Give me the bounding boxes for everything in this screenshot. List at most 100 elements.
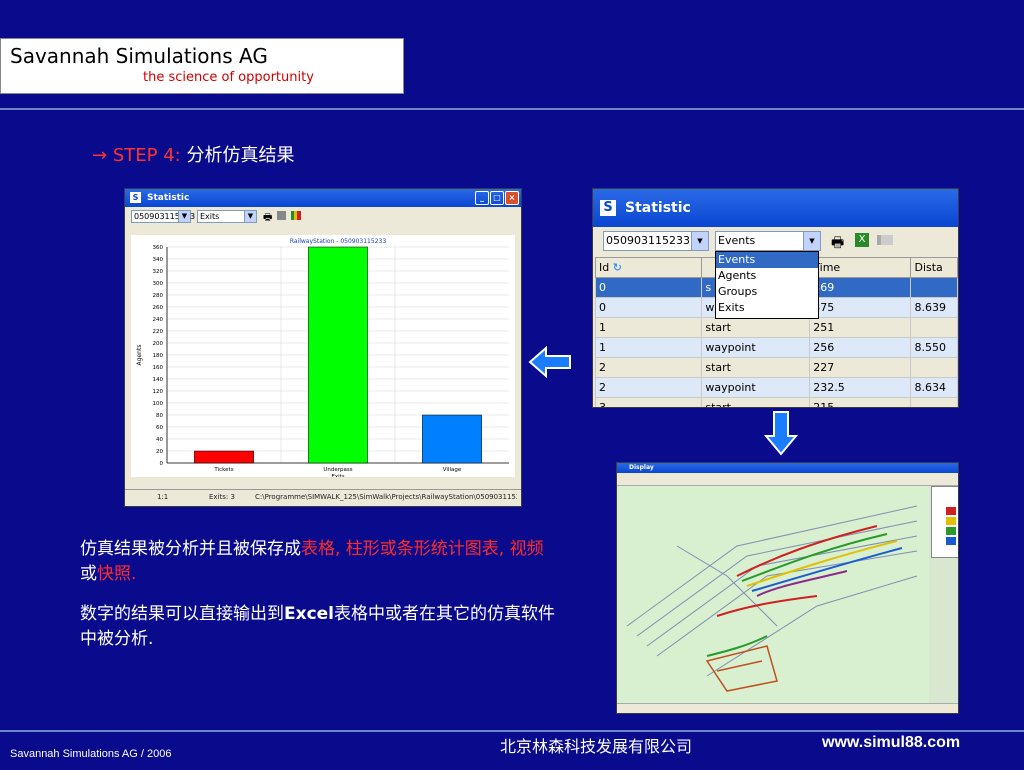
simulation-snapshot <box>617 486 929 704</box>
status-bar <box>617 703 958 713</box>
table-cell: 256 <box>809 337 912 358</box>
y-tick-label: 340 <box>153 257 164 263</box>
status-zoom: 1:1 <box>157 493 169 501</box>
company-logo-text: Savannah Simulations AG <box>10 44 268 68</box>
window-title: Statistic <box>625 200 691 216</box>
table-cell: 1 <box>594 337 703 358</box>
y-tick-label: 280 <box>153 293 164 299</box>
statistic-type-select[interactable]: Exits ▼ <box>197 210 257 223</box>
y-tick-label: 300 <box>153 281 164 287</box>
table-cell: 3 <box>594 397 703 407</box>
app-s-icon: S <box>130 192 141 203</box>
step-colon: : <box>174 145 181 166</box>
statistic-window-table: S Statistic 050903115233 ▼ Events ▼ 🖶 X Id… <box>592 188 959 408</box>
excel-export-icon[interactable]: X <box>855 233 869 247</box>
table-row[interactable]: 1 start 251 <box>594 317 958 338</box>
table-row[interactable]: 1 waypoint 256 8.550 <box>594 337 958 358</box>
text-span-bold: Excel <box>284 604 335 624</box>
table-cell: waypoint <box>701 377 811 398</box>
table-cell: 0 <box>594 277 703 298</box>
legend-swatch <box>946 517 956 525</box>
window-titlebar: Display <box>617 463 958 473</box>
table-cell: 251 <box>809 317 912 338</box>
run-id-select[interactable]: 050903115233 ▼ <box>603 231 709 251</box>
table-cell: 8.550 <box>910 337 958 358</box>
refresh-icon: ↻ <box>612 261 622 274</box>
column-header[interactable]: Dista <box>910 257 958 278</box>
statistic-window-chart: S Statistic _ □ × 050903115233 ▼ Exits ▼ 🖶… <box>124 188 522 507</box>
window-title: Display <box>629 464 654 471</box>
column-header-label: Id <box>599 261 610 274</box>
chart-icon[interactable] <box>291 211 301 220</box>
footer-url-link[interactable]: www.simul88.com <box>822 734 960 752</box>
y-tick-label: 320 <box>153 269 164 275</box>
column-header[interactable]: Id ↻ <box>594 257 703 278</box>
statistic-type-select[interactable]: Events ▼ <box>715 231 821 251</box>
y-tick-label: 180 <box>153 353 164 359</box>
maximize-button[interactable]: □ <box>490 191 504 205</box>
column-header[interactable]: Time <box>809 257 912 278</box>
y-tick-label: 120 <box>153 389 164 395</box>
table-cell: 1 <box>594 317 703 338</box>
chevron-down-icon: ▼ <box>803 232 820 250</box>
y-tick-label: 360 <box>153 245 164 251</box>
run-id-value: 050903115233 <box>606 234 690 247</box>
step-title: 分析仿真结果 <box>186 145 295 166</box>
dropdown-option[interactable]: Events <box>716 252 818 268</box>
arrow-right-icon: → <box>92 145 108 166</box>
table-row[interactable]: 2 waypoint 232.5 8.634 <box>594 377 958 398</box>
table-cell: start <box>701 397 811 407</box>
text-span: 数字的结果可以直接输出到 <box>80 604 284 624</box>
window-titlebar: S Statistic <box>593 189 958 227</box>
chart-area: RailwayStation - 050903115233 Agents 0 20 40… <box>131 235 515 480</box>
arrow-down-icon <box>764 411 798 456</box>
print-icon[interactable]: 🖶 <box>263 210 272 227</box>
step-label: STEP 4 <box>112 145 175 166</box>
minimize-button[interactable]: _ <box>475 191 489 205</box>
window-titlebar: S Statistic _ □ × <box>125 189 521 207</box>
display-window: Display <box>616 462 959 714</box>
table-cell <box>910 317 958 338</box>
y-tick-label: 200 <box>153 341 164 347</box>
close-button[interactable]: × <box>505 191 519 205</box>
excel-export-icon[interactable] <box>277 211 286 220</box>
table-cell <box>910 277 958 298</box>
y-tick-label: 60 <box>156 425 163 431</box>
table-cell <box>910 397 958 407</box>
description-paragraph-2: 数字的结果可以直接输出到Excel表格中或者在其它的仿真软件中被分析. <box>80 602 560 652</box>
table-cell: 2 <box>594 357 703 378</box>
table-cell: 215 <box>809 397 912 407</box>
table-row[interactable]: 3 start 215 <box>594 397 958 407</box>
run-id-select[interactable]: 050903115233 ▼ <box>131 210 195 223</box>
table-cell: 375 <box>809 297 912 318</box>
y-tick-label: 140 <box>153 377 164 383</box>
table-cell: 232.5 <box>809 377 912 398</box>
y-tick-label: 240 <box>153 317 164 323</box>
table-cell: 0 <box>594 297 703 318</box>
table-cell: waypoint <box>701 337 811 358</box>
dropdown-option[interactable]: Exits <box>716 300 818 316</box>
y-axis-label: Agents <box>136 345 143 366</box>
y-tick-label: 100 <box>153 401 164 407</box>
app-s-icon: S <box>600 200 616 216</box>
window-title: Statistic <box>147 193 190 203</box>
color-legend <box>931 486 958 558</box>
y-tick-label: 260 <box>153 305 164 311</box>
table-row[interactable]: 2 start 227 <box>594 357 958 378</box>
chart-icon[interactable] <box>877 235 893 245</box>
dropdown-option[interactable]: Groups <box>716 284 818 300</box>
status-count: Exits: 3 <box>209 493 235 501</box>
table-cell: start <box>701 357 811 378</box>
status-bar: 1:1 Exits: 3 C:\Programme\SIMWALK_125\Si… <box>125 489 521 506</box>
table-cell: 8.634 <box>910 377 958 398</box>
statistic-type-value: Exits <box>200 212 220 221</box>
print-icon[interactable]: 🖶 <box>831 232 844 256</box>
y-tick-label: 40 <box>156 437 163 443</box>
dropdown-option[interactable]: Agents <box>716 268 818 284</box>
bar <box>422 414 482 464</box>
x-tick-label: Tickets <box>213 467 233 473</box>
legend-swatch <box>946 527 956 535</box>
display-toolbar <box>617 473 958 486</box>
statistic-type-dropdown: Events Agents Groups Exits <box>715 251 819 319</box>
legend-swatch <box>946 537 956 545</box>
